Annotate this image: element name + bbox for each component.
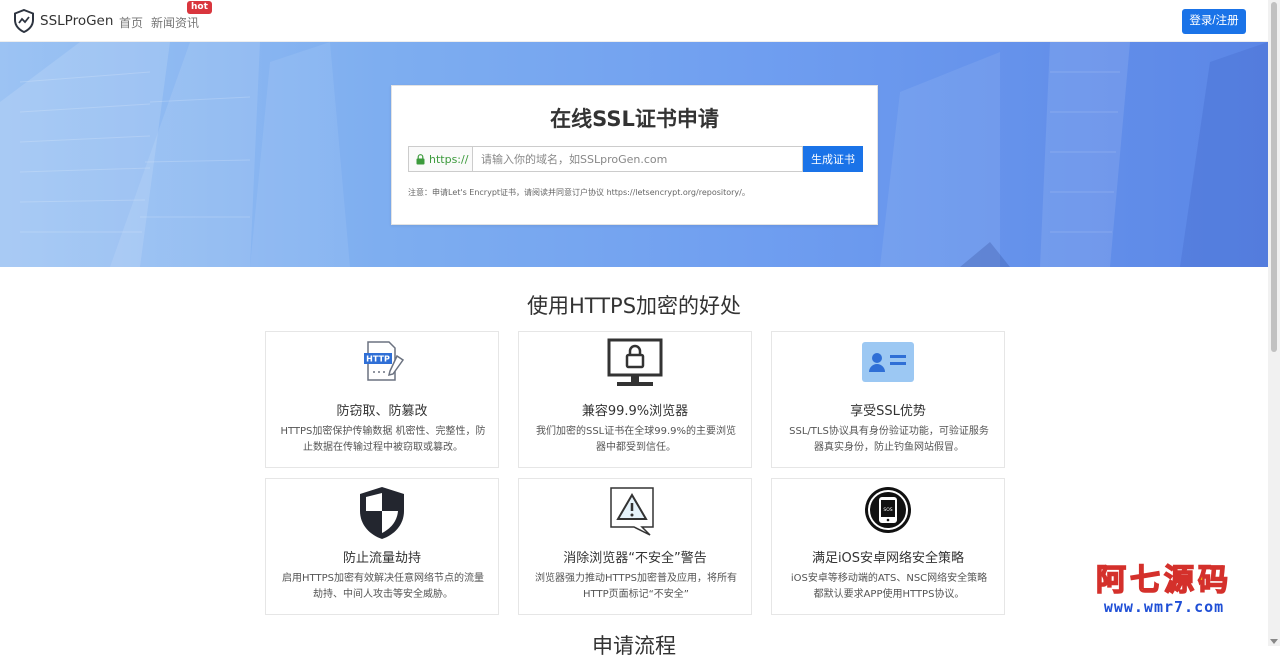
- top-navbar: SSLProGen 首页 新闻资讯 hot 登录/注册: [0, 0, 1268, 42]
- hot-badge: hot: [187, 1, 212, 14]
- svg-text:www.wmr7.com: www.wmr7.com: [1104, 598, 1224, 616]
- shield-logo-icon: [14, 9, 34, 33]
- feature-desc: 启用HTTPS加密有效解决任意网络节点的流量劫持、中间人攻击等安全威胁。: [282, 573, 484, 600]
- https-prefix: https://: [408, 146, 472, 172]
- feature-title: 消除浏览器“不安全”警告: [563, 551, 707, 566]
- watermark-logo: 阿七源码 www.wmr7.com: [1095, 562, 1232, 616]
- feature-card: SOS 满足iOS安卓网络安全策略 iOS安卓等移动端的ATS、NSC网络安全策…: [771, 478, 1005, 615]
- feature-title: 满足iOS安卓网络安全策略: [811, 551, 965, 566]
- hero-title: 在线SSL证书申请: [550, 107, 719, 131]
- shield-icon: [360, 487, 404, 539]
- scrollbar-thumb[interactable]: [1271, 2, 1277, 352]
- hero-banner: 在线SSL证书申请 https:// 生成证书 注意：申请Let's Encry…: [0, 42, 1268, 267]
- login-register-button[interactable]: 登录/注册: [1182, 9, 1246, 34]
- feature-card: HTTP 防窃取、防篡改 HTTPS加密保护传输数据 机密性、完整性，防止数据在…: [265, 331, 499, 468]
- vertical-scrollbar[interactable]: [1268, 0, 1280, 646]
- feature-title: 兼容99.9%浏览器: [581, 404, 689, 419]
- feature-desc: HTTPS加密保护传输数据 机密性、完整性，防止数据在传输过程中被窃取或篡改。: [280, 426, 486, 453]
- nav-home-link[interactable]: 首页: [119, 14, 143, 31]
- feature-card: 消除浏览器“不安全”警告 浏览器强力推动HTTPS加密普及应用，将所有HTTP页…: [518, 478, 752, 615]
- feature-title: 防止流量劫持: [342, 551, 421, 566]
- feature-desc: 浏览器强力推动HTTPS加密普及应用，将所有HTTP页面标记“不安全”: [535, 573, 737, 600]
- https-prefix-text: https://: [429, 152, 469, 166]
- brand[interactable]: SSLProGen: [13, 9, 113, 33]
- svg-text:SOS: SOS: [883, 507, 892, 513]
- svg-text:阿七源码: 阿七源码: [1096, 563, 1232, 598]
- lock-icon: [416, 153, 425, 164]
- generate-certificate-button[interactable]: 生成证书: [803, 146, 863, 172]
- feature-desc: iOS安卓等移动端的ATS、NSC网络安全策略都默认要求APP使用HTTPS协议…: [790, 573, 988, 600]
- scroll-down-arrow-icon[interactable]: [1270, 639, 1278, 644]
- domain-input[interactable]: [472, 146, 803, 172]
- svg-text:HTTP: HTTP: [366, 355, 390, 364]
- ssl-apply-card: 在线SSL证书申请 https:// 生成证书 注意：申请Let's Encry…: [391, 85, 878, 225]
- monitor-lock-icon: [607, 338, 663, 386]
- feature-title: 享受SSL优势: [850, 404, 926, 419]
- benefits-title: 使用HTTPS加密的好处: [526, 294, 742, 318]
- warning-bubble-icon: [610, 487, 654, 536]
- feature-desc: SSL/TLS协议具有身份验证功能，可验证服务器真实身份，防止钓鱼网站假冒。: [789, 426, 989, 453]
- id-card-icon: [862, 342, 914, 382]
- feature-desc: 我们加密的SSL证书在全球99.9%的主要浏览器中都受到信任。: [535, 426, 737, 453]
- agreement-note: 注意：申请Let's Encrypt证书，请阅读并同意订户协议 https://…: [408, 188, 750, 197]
- phone-circle-icon: SOS: [865, 487, 911, 533]
- nav-news-link[interactable]: 新闻资讯: [151, 14, 199, 31]
- feature-card: 享受SSL优势 SSL/TLS协议具有身份验证功能，可验证服务器真实身份，防止钓…: [771, 331, 1005, 468]
- process-section-title: 申请流程: [592, 634, 676, 658]
- http-document-icon: HTTP: [364, 341, 405, 381]
- feature-card: 兼容99.9%浏览器 我们加密的SSL证书在全球99.9%的主要浏览器中都受到信…: [518, 331, 752, 468]
- domain-input-group: https:// 生成证书: [408, 146, 863, 172]
- feature-card: 防止流量劫持 启用HTTPS加密有效解决任意网络节点的流量劫持、中间人攻击等安全…: [265, 478, 499, 615]
- brand-name: SSLProGen: [40, 13, 114, 29]
- feature-title: 防窃取、防篡改: [336, 404, 428, 419]
